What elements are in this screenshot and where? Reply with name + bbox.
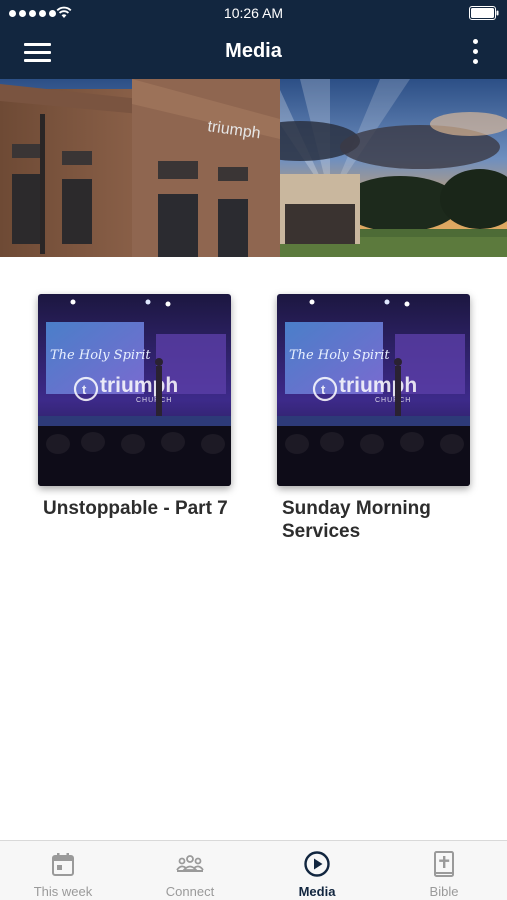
thumbnail-logo-sub: CHURCH <box>375 397 411 404</box>
page-title: Media <box>225 40 282 62</box>
people-group-icon <box>176 855 204 872</box>
tab-label: This week <box>33 884 93 899</box>
tab-bible[interactable]: Bible <box>381 841 507 900</box>
more-vertical-icon[interactable] <box>469 38 481 66</box>
media-thumbnail: The Holy Spirit t triumph CHURCH <box>277 294 470 486</box>
thumbnail-logo-sub: CHURCH <box>136 397 172 404</box>
thumbnail-logo-text: triumph <box>339 374 417 397</box>
battery-icon <box>469 6 499 20</box>
media-thumbnail: The Holy Spirit t triumph CHURCH <box>38 294 231 486</box>
media-card-title[interactable]: Unstoppable - Part 7 <box>43 497 228 520</box>
bible-book-icon <box>434 851 454 877</box>
app-header: Media <box>0 26 507 79</box>
tab-this-week[interactable]: This week <box>0 841 126 900</box>
media-card-sunday-morning[interactable]: The Holy Spirit t triumph CHURCH Sunday … <box>277 294 470 543</box>
top-bar: 10:26 AM Media <box>0 0 507 79</box>
tab-connect[interactable]: Connect <box>127 841 253 900</box>
svg-text:t: t <box>321 382 326 397</box>
media-card-title[interactable]: Sunday Morning Services <box>282 497 467 543</box>
tab-label: Bible <box>429 884 459 899</box>
bottom-tab-bar: This week Connect Media Bible <box>0 840 507 900</box>
media-card-unstoppable[interactable]: The Holy Spirit t triumph CHURCH Unstopp… <box>38 294 231 520</box>
status-bar: 10:26 AM <box>0 0 507 26</box>
thumbnail-script-text: The Holy Spirit <box>50 348 151 363</box>
hero-banner-image: triumph <box>0 79 507 257</box>
tab-label: Connect <box>165 884 215 899</box>
tab-media[interactable]: Media <box>254 841 380 900</box>
media-screen: 10:26 AM Media triumph The Holy Spirit t… <box>0 0 507 900</box>
svg-text:t: t <box>82 382 87 397</box>
status-time: 10:26 AM <box>223 5 284 21</box>
calendar-icon <box>52 853 74 876</box>
thumbnail-logo-text: triumph <box>100 374 178 397</box>
thumbnail-script-text: The Holy Spirit <box>289 348 390 363</box>
play-circle-icon <box>304 851 330 877</box>
tab-label: Media <box>298 884 336 899</box>
